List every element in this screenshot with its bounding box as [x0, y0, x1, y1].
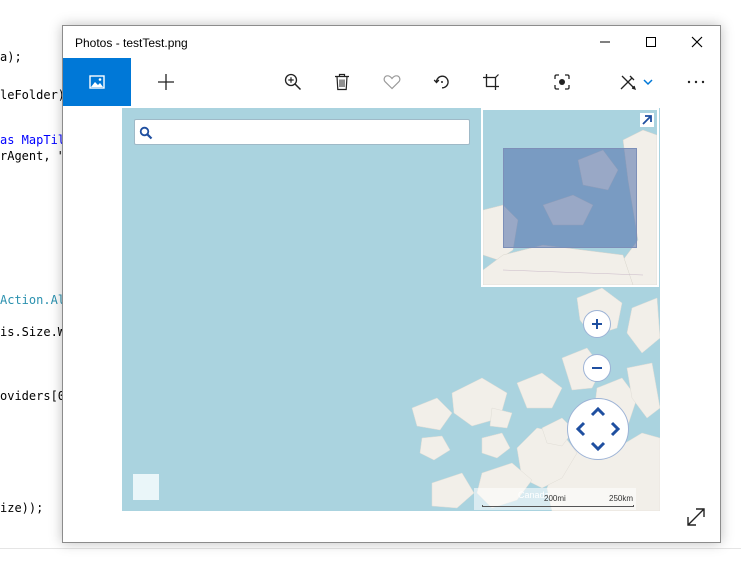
- pan-control[interactable]: [567, 398, 629, 460]
- editor-divider: [0, 548, 741, 549]
- displayed-image[interactable]: Canada 200mi 250km: [122, 108, 660, 511]
- zoom-button[interactable]: [269, 58, 317, 106]
- edit-create-button[interactable]: [606, 58, 666, 106]
- minimize-icon: [600, 41, 610, 43]
- plus-icon: [592, 319, 602, 329]
- minimap-collapse-icon[interactable]: [640, 113, 654, 127]
- more-button[interactable]: [672, 58, 720, 106]
- add-button[interactable]: [142, 58, 190, 106]
- image-icon: [89, 75, 105, 89]
- photos-window: Photos - testTest.png Canada 200mi 250km: [62, 25, 721, 543]
- maximize-icon: [646, 37, 656, 47]
- expand-icon: [687, 508, 705, 526]
- code-line: ize));: [0, 501, 44, 515]
- edit-icon: [620, 75, 637, 91]
- crop-icon: [483, 74, 499, 90]
- toolbar: [63, 58, 720, 106]
- minimap-viewport[interactable]: [503, 148, 637, 248]
- enhance-icon: [554, 74, 570, 90]
- plus-icon: [158, 74, 174, 90]
- zoom-out-button[interactable]: [583, 354, 611, 382]
- overview-minimap[interactable]: [481, 108, 659, 287]
- title-bar[interactable]: Photos - testTest.png: [63, 26, 720, 58]
- close-button[interactable]: [674, 26, 720, 58]
- enhance-button[interactable]: [538, 58, 586, 106]
- delete-button[interactable]: [318, 58, 366, 106]
- map-attribution-box: [133, 474, 159, 500]
- gallery-button[interactable]: [63, 58, 131, 106]
- search-icon: [139, 126, 153, 140]
- scale-miles: 200mi: [544, 494, 566, 503]
- chevron-down-icon: [643, 79, 653, 86]
- maximize-button[interactable]: [628, 26, 674, 58]
- close-icon: [691, 36, 703, 48]
- scale-km: 250km: [609, 494, 634, 503]
- pan-arrows-icon: [575, 406, 621, 452]
- map-scale-bar: Canada 200mi 250km: [474, 488, 636, 510]
- zoom-in-icon: [284, 73, 302, 91]
- trash-icon: [335, 73, 349, 91]
- window-title: Photos - testTest.png: [75, 36, 188, 50]
- crop-button[interactable]: [467, 58, 515, 106]
- minus-icon: [592, 367, 602, 369]
- heart-icon: [383, 75, 401, 90]
- more-icon: [687, 80, 705, 84]
- map-search-box[interactable]: [134, 119, 470, 145]
- fullscreen-button[interactable]: [685, 506, 709, 530]
- rotate-button[interactable]: [418, 58, 466, 106]
- scale-line: [482, 505, 634, 507]
- rotate-icon: [433, 75, 449, 89]
- favorite-button[interactable]: [368, 58, 416, 106]
- code-line: a);: [0, 50, 22, 64]
- minimize-button[interactable]: [582, 26, 628, 58]
- zoom-in-button[interactable]: [583, 310, 611, 338]
